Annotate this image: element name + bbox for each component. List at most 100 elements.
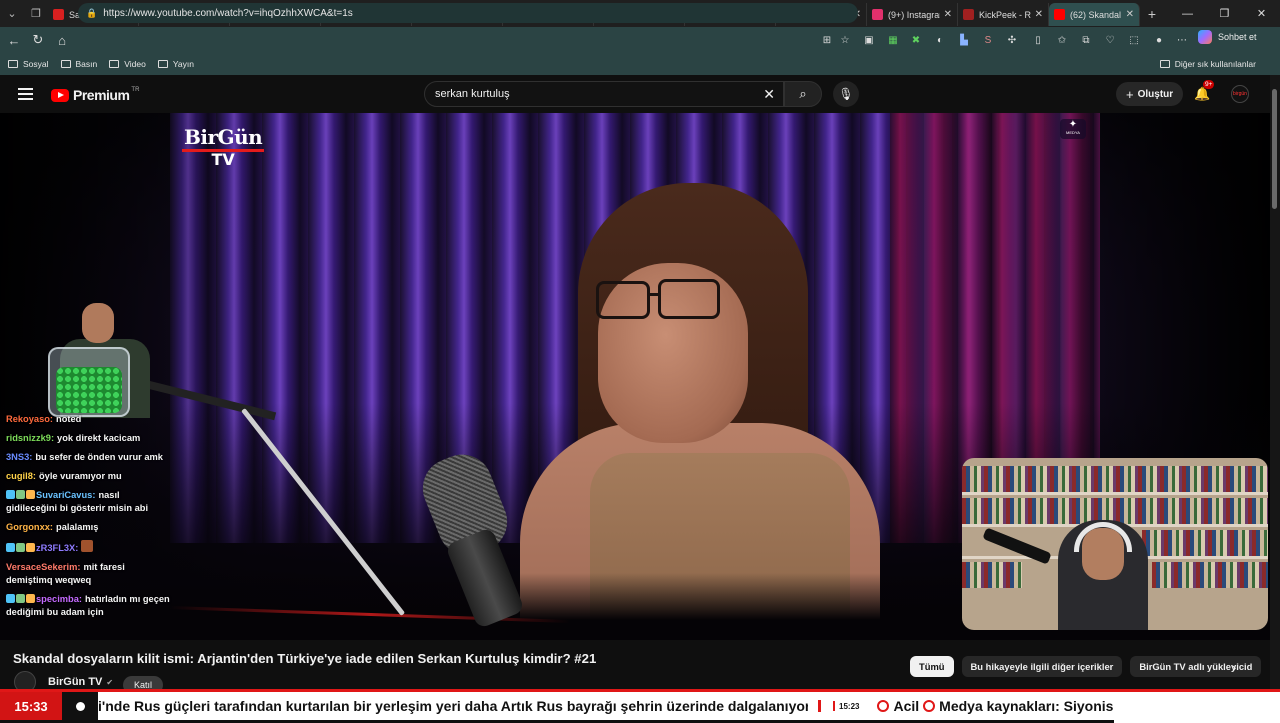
collections-icon[interactable]: ⧉ bbox=[1077, 31, 1095, 49]
streamer-head bbox=[82, 303, 114, 343]
close-tab-icon[interactable]: ✕ bbox=[1035, 9, 1043, 20]
more-menu-icon[interactable]: ⋯ bbox=[1173, 31, 1191, 49]
chat-badge-icon bbox=[16, 490, 25, 499]
menu-icon[interactable] bbox=[18, 88, 33, 100]
maximize-icon[interactable]: ❐ bbox=[1206, 0, 1243, 27]
chat-text: palalamış bbox=[56, 522, 99, 532]
folder-icon bbox=[109, 60, 120, 68]
other-bookmarks-label: Diğer sık kullanılanlar bbox=[1174, 59, 1256, 69]
extension-icon-5[interactable]: ▙ bbox=[955, 31, 973, 49]
page-scrollbar[interactable] bbox=[1270, 75, 1280, 690]
close-window-icon[interactable]: ✕ bbox=[1243, 0, 1280, 27]
clear-search-icon[interactable]: ✕ bbox=[763, 86, 775, 103]
tab-list-dropdown-icon[interactable]: ⌄ bbox=[0, 0, 24, 27]
streamer-mic bbox=[982, 527, 1052, 565]
sidebar-toggle-icon[interactable]: ▯ bbox=[1029, 31, 1047, 49]
split-screen-icon[interactable]: ⊞ bbox=[818, 31, 836, 49]
favorite-star-icon[interactable]: ☆ bbox=[836, 31, 854, 49]
favorites-icon[interactable]: ✩ bbox=[1053, 31, 1071, 49]
chat-username: specimba: bbox=[36, 594, 82, 604]
chat-username: SuvariCavus: bbox=[36, 490, 96, 500]
chat-message: VersaceSekerim: mit faresi demiştimq weqw… bbox=[6, 561, 171, 587]
ticker-separator bbox=[818, 700, 821, 712]
chat-username: ridsnizzk9: bbox=[6, 433, 55, 443]
voice-search-button[interactable]: 🎙 bbox=[833, 81, 859, 107]
bookmark-label: Video bbox=[124, 59, 146, 69]
bookmark-folder[interactable]: Yayın bbox=[157, 59, 194, 69]
youtube-header: Premium TR serkan kurtuluş ✕ ⌕ 🎙 + Oluşt… bbox=[0, 75, 1280, 113]
minimize-icon[interactable]: — bbox=[1169, 0, 1206, 27]
search-button[interactable]: ⌕ bbox=[784, 81, 822, 107]
brand-top: BirGün bbox=[182, 125, 265, 152]
medya-badge: ✦ MEDYA bbox=[1060, 119, 1086, 139]
bookmark-folder[interactable]: Video bbox=[109, 59, 146, 69]
ticker-headline-2: Acil Medya kaynakları: Siyonis bbox=[873, 698, 1113, 714]
bookshelf-row-1 bbox=[962, 466, 1268, 492]
logo-country: TR bbox=[131, 87, 140, 93]
chat-badge-icon bbox=[26, 543, 35, 552]
create-button[interactable]: + Oluştur bbox=[1116, 82, 1184, 106]
chat-username: cugil8: bbox=[6, 471, 36, 481]
bookmark-label: Yayın bbox=[172, 59, 194, 69]
chat-message: specimba: hatırladın mı geçen dediğimi bu… bbox=[6, 593, 171, 619]
url-bar[interactable]: 🔒 https://www.youtube.com/watch?v=ihqOzh… bbox=[78, 3, 858, 23]
home-icon[interactable]: ⌂ bbox=[50, 27, 74, 53]
video-title: Skandal dosyaların kilit ismi: Arjantin'… bbox=[13, 651, 597, 666]
filter-chip[interactable]: BirGün TV adlı yükleyicid bbox=[1130, 656, 1262, 677]
ticker-blank bbox=[1114, 692, 1280, 723]
reload-icon[interactable]: ↻ bbox=[26, 27, 50, 53]
chat-badge-icon bbox=[6, 594, 15, 603]
bookmarks-bar: Sosyal Basın Video Yayın Diğer sık kullanıl… bbox=[0, 53, 1280, 75]
extension-icon-1[interactable]: ▣ bbox=[860, 31, 878, 49]
stream-chat-overlay: Rekoyaso: noted ridsnizzk9: yok direkt kaci… bbox=[6, 413, 171, 625]
search-input[interactable]: serkan kurtuluş ✕ bbox=[424, 81, 784, 107]
chat-badge-icon bbox=[16, 543, 25, 552]
profile-avatar-icon[interactable]: ● bbox=[1150, 31, 1168, 49]
bookshelf-row-4 bbox=[1152, 562, 1268, 588]
bookmark-label: Basın bbox=[75, 59, 98, 69]
chat-message: cugil8: öyle vuramıyor mu bbox=[6, 470, 171, 483]
chevron-right-icon[interactable]: › bbox=[1232, 660, 1236, 675]
filter-chip[interactable]: Tümü bbox=[910, 656, 954, 677]
extension-icon-2[interactable]: ▦ bbox=[884, 31, 902, 49]
screenshot-icon[interactable]: ⬚ bbox=[1125, 31, 1143, 49]
copilot-button[interactable]: Sohbet et bbox=[1198, 30, 1257, 44]
workspaces-icon[interactable]: ❐ bbox=[24, 0, 48, 27]
browser-tab[interactable]: (62) Skandal d ✕ bbox=[1049, 3, 1140, 26]
bookmark-folder[interactable]: Sosyal bbox=[8, 59, 49, 69]
close-tab-icon[interactable]: ✕ bbox=[1126, 9, 1134, 20]
browser-tab[interactable]: KickPeek - Rea ✕ bbox=[958, 3, 1049, 26]
notification-badge: 9+ bbox=[1203, 80, 1215, 89]
filter-chip[interactable]: Bu hikayeyle ilgili diğer içerikler bbox=[961, 656, 1123, 677]
lock-icon[interactable]: 🔒 bbox=[86, 8, 97, 19]
browser-tab[interactable]: (9+) Instagram ✕ bbox=[867, 3, 958, 26]
kickpeek-favicon-icon bbox=[963, 9, 974, 20]
chat-message: ridsnizzk9: yok direkt kacicam bbox=[6, 432, 171, 445]
extensions-puzzle-icon[interactable]: ✣ bbox=[1003, 31, 1021, 49]
chat-message: Gorgonxx: palalamış bbox=[6, 521, 171, 534]
video-player[interactable]: BirGün TV ✦ MEDYA Rekoyaso: noted ridsnizz… bbox=[0, 113, 1270, 640]
extension-icon-6[interactable]: S bbox=[979, 31, 997, 49]
youtube-logo[interactable]: Premium TR bbox=[51, 87, 139, 103]
browser-essentials-icon[interactable]: ♡ bbox=[1101, 31, 1119, 49]
bookmark-folder[interactable]: Basın bbox=[60, 59, 98, 69]
chat-username: VersaceSekerim: bbox=[6, 562, 81, 572]
ss-favicon-icon bbox=[53, 9, 64, 20]
close-tab-icon[interactable]: ✕ bbox=[944, 9, 952, 20]
ring-icon bbox=[877, 700, 890, 712]
logo-text: Premium bbox=[73, 87, 130, 103]
new-tab-button[interactable]: + bbox=[1140, 6, 1164, 22]
extension-icon-3[interactable]: ✖ bbox=[907, 31, 925, 49]
account-avatar[interactable]: birgün bbox=[1231, 85, 1249, 103]
copilot-label: Sohbet et bbox=[1218, 32, 1257, 42]
chat-message: 3NS3: bu sefer de önden vurur amk bbox=[6, 451, 171, 464]
extension-icon-4[interactable]: ◐ bbox=[931, 31, 949, 49]
notifications-button[interactable]: 🔔 9+ bbox=[1194, 80, 1215, 102]
back-icon[interactable]: ← bbox=[2, 27, 26, 53]
chat-message: zR3FL3X: bbox=[6, 540, 171, 555]
scrollbar-thumb[interactable] bbox=[1272, 89, 1277, 209]
channel-name[interactable]: BirGün TV bbox=[48, 676, 102, 688]
tab-title: (62) Skandal d bbox=[1070, 9, 1122, 20]
other-bookmarks-folder[interactable]: Diğer sık kullanılanlar bbox=[1159, 53, 1256, 75]
plus-icon: + bbox=[1126, 86, 1134, 102]
